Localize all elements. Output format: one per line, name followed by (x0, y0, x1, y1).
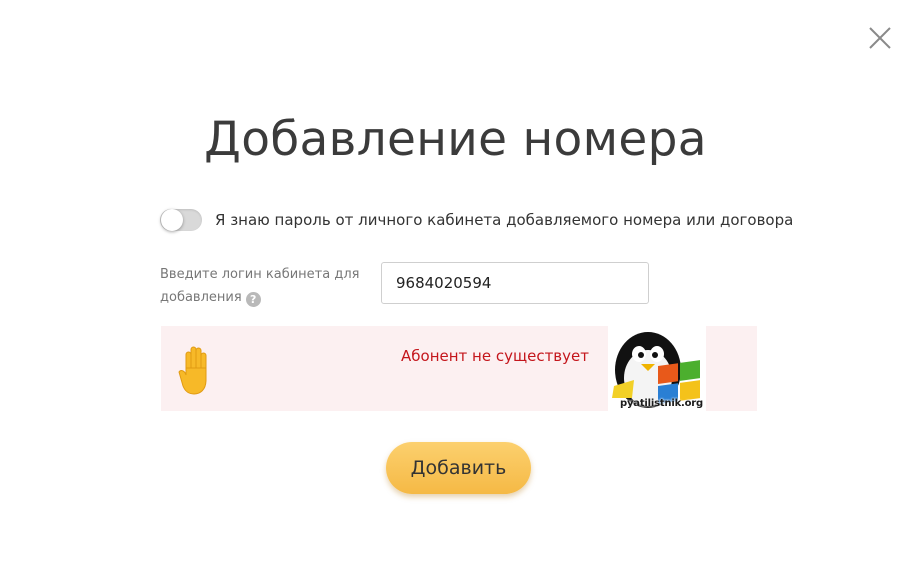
error-text: Абонент не существует (401, 347, 589, 365)
add-button[interactable]: Добавить (386, 442, 531, 494)
password-toggle-row: Я знаю пароль от личного кабинета добавл… (160, 207, 793, 233)
raised-hand-icon (178, 346, 207, 395)
dialog-title: Добавление номера (204, 112, 707, 167)
login-input[interactable] (381, 262, 649, 304)
add-number-dialog: Добавление номера Я знаю пароль от лично… (0, 0, 911, 563)
toggle-label: Я знаю пароль от личного кабинета добавл… (215, 211, 794, 229)
close-button[interactable] (866, 24, 894, 52)
watermark-text: pyatilistnik.org (620, 398, 703, 409)
password-toggle[interactable] (160, 209, 202, 231)
question-icon[interactable]: ? (245, 292, 261, 307)
login-field-label: Введите логин кабинета для добавления? (160, 263, 370, 309)
close-icon (869, 27, 891, 49)
toggle-knob (161, 209, 183, 231)
watermark-logo: pyatilistnik.org (608, 326, 706, 422)
